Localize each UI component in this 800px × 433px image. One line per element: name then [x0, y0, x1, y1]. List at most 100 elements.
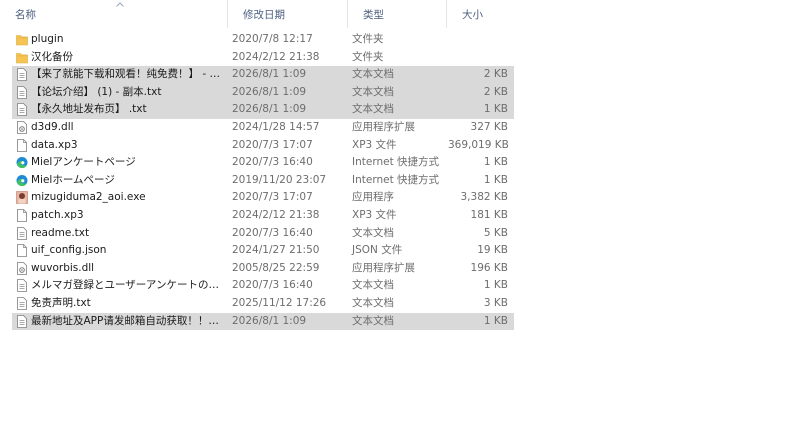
file-size: 2 KB	[483, 85, 508, 98]
file-type: 文件夹	[352, 33, 384, 45]
file-type: 文本文档	[352, 279, 394, 292]
file-size: 196 KB	[470, 261, 508, 274]
file-type: Internet 快捷方式	[352, 156, 440, 169]
file-row[interactable]: Mielホームページ 2019/11/20 23:07 Internet 快捷方式 1…	[12, 172, 514, 190]
file-row[interactable]: 【永久地址发布页】 .txt 2026/8/1 1:09 文本文档 1 KB	[12, 101, 514, 119]
column-header-date-label: 修改日期	[243, 9, 285, 21]
file-type: XP3 文件	[352, 138, 397, 151]
edge-shortcut-icon	[16, 156, 28, 169]
file-row[interactable]: readme.txt 2020/7/3 16:40 文本文档 5 KB	[12, 225, 514, 243]
file-row[interactable]: 最新地址及APP请发邮箱自动获取！！！... 2026/8/1 1:09 文本文档 1…	[12, 312, 514, 331]
column-header-name[interactable]: 名称	[0, 0, 228, 28]
file-modified-date: 2024/1/27 21:50	[232, 244, 320, 257]
file-name: data.xp3	[31, 138, 78, 151]
file-size: 1 KB	[483, 314, 508, 327]
file-modified-date: 2026/8/1 1:09	[232, 314, 307, 327]
file-row[interactable]: mizugiduma2_aoi.exe 2020/7/3 17:07 应用程序 3,3…	[12, 189, 514, 207]
file-size: 5 KB	[483, 226, 508, 239]
file-row[interactable]: data.xp3 2020/7/3 17:07 XP3 文件 369,019 KB	[12, 137, 514, 155]
file-size: 3 KB	[483, 296, 508, 309]
file-icon	[16, 138, 28, 152]
text-file-icon	[16, 314, 28, 328]
file-size: 1 KB	[483, 279, 508, 292]
file-row[interactable]: 【论坛介绍】 (1) - 副本.txt 2026/8/1 1:09 文本文档 2 KB	[12, 83, 514, 102]
file-modified-date: 2020/7/3 17:07	[232, 138, 313, 151]
file-row[interactable]: plugin 2020/7/8 12:17 文件夹	[12, 31, 514, 49]
file-row[interactable]: 免责声明.txt 2025/11/12 17:26 文本文档 3 KB	[12, 295, 514, 313]
text-file-icon	[16, 297, 28, 310]
file-modified-date: 2026/8/1 1:09	[232, 103, 307, 116]
file-row[interactable]: 汉化备份 2024/2/12 21:38 文件夹	[12, 49, 514, 67]
folder-icon	[16, 33, 28, 46]
file-type: 文本文档	[352, 85, 394, 98]
text-file-icon	[16, 68, 28, 82]
column-header-size[interactable]: 大小	[447, 0, 514, 28]
file-modified-date: 2020/7/3 16:40	[232, 279, 313, 292]
file-name: 免责声明.txt	[31, 296, 91, 309]
file-modified-date: 2026/8/1 1:09	[232, 68, 307, 81]
column-header-size-label: 大小	[462, 9, 483, 21]
file-type: 应用程序扩展	[352, 261, 415, 274]
column-header-name-label: 名称	[15, 9, 36, 21]
file-size: 369,019 KB	[448, 138, 509, 151]
file-type: 应用程序	[352, 191, 394, 204]
file-type: 文件夹	[352, 50, 384, 63]
file-row[interactable]: uif_config.json 2024/1/27 21:50 JSON 文件 19 …	[12, 242, 514, 260]
text-file-icon	[16, 103, 28, 117]
file-size: 19 KB	[477, 244, 508, 257]
file-name: plugin	[31, 33, 64, 45]
file-modified-date: 2020/7/3 16:40	[232, 226, 313, 239]
file-modified-date: 2020/7/8 12:17	[232, 33, 313, 45]
file-row[interactable]: d3d9.dll 2024/1/28 14:57 应用程序扩展 327 KB	[12, 119, 514, 137]
file-type: Internet 快捷方式	[352, 173, 440, 186]
file-type: XP3 文件	[352, 208, 397, 221]
file-row[interactable]: 【来了就能下载和观看！纯免费！】 - 副... 2026/8/1 1:09 文本文档…	[12, 66, 514, 84]
file-icon	[16, 244, 28, 258]
file-size: 327 KB	[470, 120, 508, 133]
file-type: 文本文档	[352, 314, 394, 327]
file-name: 【论坛介绍】 (1) - 副本.txt	[31, 85, 162, 98]
file-row[interactable]: wuvorbis.dll 2005/8/25 22:59 应用程序扩展 196 KB	[12, 260, 514, 278]
file-type: 文本文档	[352, 226, 394, 239]
exe-app-icon	[16, 191, 28, 205]
file-size: 3,382 KB	[460, 191, 509, 204]
file-modified-date: 2019/11/20 23:07	[232, 173, 327, 186]
file-name: wuvorbis.dll	[31, 261, 95, 274]
file-name: 【来了就能下载和观看！纯免费！】 - 副...	[31, 68, 227, 81]
folder-icon	[16, 51, 28, 64]
file-name: uif_config.json	[31, 244, 107, 257]
file-name: 汉化备份	[31, 50, 73, 63]
edge-shortcut-icon	[16, 174, 28, 187]
file-modified-date: 2025/11/12 17:26	[232, 296, 327, 309]
file-type: 文本文档	[352, 68, 394, 81]
file-row[interactable]: patch.xp3 2024/2/12 21:38 XP3 文件 181 KB	[12, 207, 514, 225]
file-size: 2 KB	[483, 68, 508, 81]
file-row[interactable]: Mielアンケートページ 2020/7/3 16:40 Internet 快捷方式 1…	[12, 154, 514, 172]
dll-file-icon	[16, 121, 28, 134]
file-size: 181 KB	[470, 208, 508, 221]
column-header-date[interactable]: 修改日期	[228, 0, 348, 28]
text-file-icon	[16, 279, 28, 293]
column-header-type[interactable]: 类型	[348, 0, 447, 28]
file-icon	[16, 209, 28, 222]
file-name: Mielホームページ	[31, 173, 115, 186]
file-name: readme.txt	[31, 226, 90, 239]
dll-file-icon	[16, 261, 28, 275]
file-type: 应用程序扩展	[352, 120, 415, 133]
file-type: 文本文档	[352, 103, 394, 116]
file-size: 1 KB	[483, 156, 508, 169]
file-modified-date: 2020/7/3 17:07	[232, 191, 313, 204]
file-name: mizugiduma2_aoi.exe	[31, 191, 146, 204]
file-modified-date: 2005/8/25 22:59	[232, 261, 320, 274]
file-type: JSON 文件	[352, 244, 403, 257]
column-header-type-label: 类型	[363, 9, 384, 21]
text-file-icon	[16, 85, 28, 99]
text-file-icon	[16, 226, 28, 240]
file-modified-date: 2024/2/12 21:38	[232, 50, 320, 63]
file-row[interactable]: メルマガ登録とユーザーアンケートのお... 2020/7/3 16:40 文本文档 1…	[12, 277, 514, 295]
file-name: patch.xp3	[31, 208, 84, 221]
file-size: 1 KB	[483, 103, 508, 116]
file-type: 文本文档	[352, 296, 394, 309]
file-modified-date: 2020/7/3 16:40	[232, 156, 313, 169]
file-name: d3d9.dll	[31, 120, 74, 133]
